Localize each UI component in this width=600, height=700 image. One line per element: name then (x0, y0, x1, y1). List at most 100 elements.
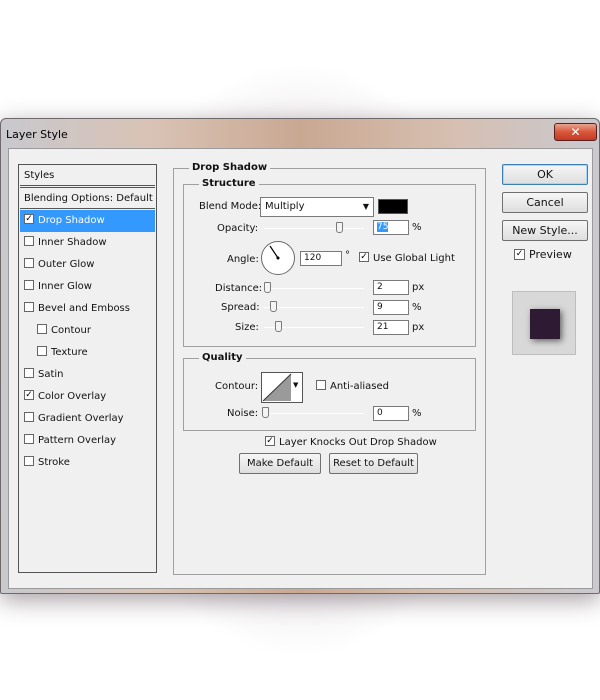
opacity-input[interactable]: 75 (373, 220, 409, 235)
size-input[interactable]: 21 (373, 320, 409, 335)
style-item-stroke[interactable]: Stroke (20, 452, 155, 474)
style-preview (512, 291, 576, 355)
contour-label: Contour: (215, 381, 259, 392)
angle-unit: ° (345, 250, 350, 261)
style-item-label: Drop Shadow (38, 215, 105, 226)
ok-button[interactable]: OK (502, 164, 588, 185)
reset-to-default-button[interactable]: Reset to Default (329, 453, 418, 474)
noise-slider-track[interactable] (264, 413, 364, 414)
close-button[interactable]: ✕ (554, 123, 597, 141)
opacity-unit: % (412, 222, 422, 233)
distance-input[interactable]: 2 (373, 280, 409, 295)
style-item-label: Inner Glow (38, 281, 92, 292)
style-item-label: Outer Glow (38, 259, 95, 270)
style-item-contour[interactable]: Contour (20, 320, 155, 342)
window-title: Layer Style (6, 128, 68, 141)
contour-dropdown-icon[interactable]: ▼ (293, 381, 298, 389)
layer-style-dialog: Layer Style ✕ Styles Blending Options: D… (0, 118, 600, 594)
close-icon: ✕ (570, 125, 581, 139)
size-slider-thumb[interactable] (275, 321, 282, 332)
cancel-button[interactable]: Cancel (502, 192, 588, 213)
blend-mode-select[interactable]: Multiply ▼ (260, 197, 374, 217)
style-item-inner-glow[interactable]: Inner Glow (20, 276, 155, 298)
angle-label: Angle: (227, 254, 259, 265)
checkbox-texture[interactable] (37, 346, 47, 356)
dialog-client-area: Styles Blending Options: Default ✓ Drop S… (8, 148, 593, 589)
checkbox-bevel-emboss[interactable] (24, 302, 34, 312)
checkbox-preview[interactable]: ✓ (514, 248, 525, 260)
layer-knocks-out[interactable]: ✓ Layer Knocks Out Drop Shadow (265, 436, 437, 448)
distance-unit: px (412, 282, 425, 293)
checkbox-pattern-overlay[interactable] (24, 434, 34, 444)
checkbox-inner-glow[interactable] (24, 280, 34, 290)
style-item-gradient-overlay[interactable]: Gradient Overlay (20, 408, 155, 430)
checkbox-gradient-overlay[interactable] (24, 412, 34, 422)
styles-panel: Styles Blending Options: Default ✓ Drop S… (18, 164, 157, 573)
distance-label: Distance: (215, 283, 263, 294)
preview-toggle[interactable]: ✓ Preview (514, 248, 572, 261)
anti-aliased[interactable]: Anti-aliased (316, 380, 390, 392)
preview-swatch (530, 309, 560, 339)
dropdown-arrow-icon: ▼ (362, 202, 369, 211)
preview-label: Preview (529, 248, 572, 261)
noise-slider-thumb[interactable] (262, 407, 269, 418)
style-item-label: Stroke (38, 457, 70, 468)
checkbox-outer-glow[interactable] (24, 258, 34, 268)
contour-linear-icon (262, 373, 292, 402)
spread-input[interactable]: 9 (373, 300, 409, 315)
distance-slider-track[interactable] (264, 288, 364, 289)
spread-slider-track[interactable] (264, 307, 364, 308)
blend-mode-label: Blend Mode: (199, 201, 262, 212)
anti-aliased-label: Anti-aliased (330, 381, 390, 392)
shadow-color-swatch[interactable] (378, 199, 408, 214)
style-item-label: Contour (51, 325, 91, 336)
layer-knocks-out-label: Layer Knocks Out Drop Shadow (279, 437, 437, 448)
size-unit: px (412, 322, 425, 333)
checkbox-satin[interactable] (24, 368, 34, 378)
quality-title: Quality (199, 352, 246, 363)
style-item-label: Color Overlay (38, 391, 107, 402)
distance-slider-thumb[interactable] (264, 282, 271, 293)
style-item-color-overlay[interactable]: ✓ Color Overlay (20, 386, 155, 408)
style-item-satin[interactable]: Satin (20, 364, 155, 386)
checkbox-color-overlay[interactable]: ✓ (24, 390, 34, 400)
opacity-label: Opacity: (217, 223, 259, 234)
style-item-label: Bevel and Emboss (38, 303, 130, 314)
style-item-bevel-emboss[interactable]: Bevel and Emboss (20, 298, 155, 320)
style-item-pattern-overlay[interactable]: Pattern Overlay (20, 430, 155, 452)
new-style-button[interactable]: New Style... (502, 220, 588, 241)
checkbox-contour[interactable] (37, 324, 47, 334)
spread-label: Spread: (221, 302, 260, 313)
noise-label: Noise: (227, 408, 259, 419)
spread-unit: % (412, 302, 422, 313)
style-item-texture[interactable]: Texture (20, 342, 155, 364)
use-global-light-label: Use Global Light (373, 253, 455, 264)
spread-slider-thumb[interactable] (270, 301, 277, 312)
opacity-slider-track[interactable] (264, 228, 364, 229)
drop-shadow-title: Drop Shadow (189, 162, 271, 173)
contour-picker[interactable]: ▼ (261, 372, 303, 403)
use-global-light[interactable]: ✓ Use Global Light (359, 252, 455, 264)
structure-title: Structure (199, 178, 259, 189)
angle-input[interactable]: 120 (300, 251, 342, 266)
style-item-inner-shadow[interactable]: Inner Shadow (20, 232, 155, 254)
styles-header: Styles (20, 166, 155, 186)
angle-dial[interactable] (261, 241, 295, 275)
checkbox-anti-aliased[interactable] (316, 380, 326, 390)
checkbox-drop-shadow[interactable]: ✓ (24, 214, 34, 224)
style-item-label: Texture (51, 347, 88, 358)
checkbox-inner-shadow[interactable] (24, 236, 34, 246)
blending-options-item[interactable]: Blending Options: Default (20, 187, 155, 209)
size-label: Size: (235, 322, 259, 333)
noise-input[interactable]: 0 (373, 406, 409, 421)
noise-unit: % (412, 408, 422, 419)
checkbox-stroke[interactable] (24, 456, 34, 466)
opacity-slider-thumb[interactable] (336, 222, 343, 233)
style-item-drop-shadow[interactable]: ✓ Drop Shadow (20, 210, 155, 232)
style-item-label: Satin (38, 369, 64, 380)
make-default-button[interactable]: Make Default (239, 453, 321, 474)
checkbox-layer-knocks-out[interactable]: ✓ (265, 436, 275, 446)
checkbox-use-global-light[interactable]: ✓ (359, 252, 369, 262)
style-item-label: Gradient Overlay (38, 413, 124, 424)
style-item-outer-glow[interactable]: Outer Glow (20, 254, 155, 276)
